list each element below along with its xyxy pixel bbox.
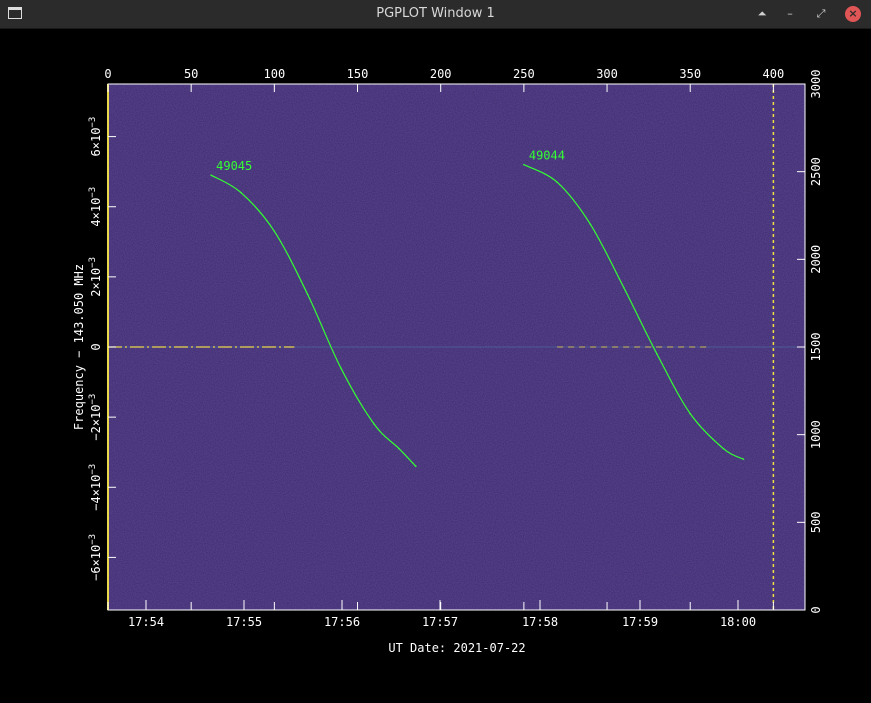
time-tick-label: 17:59: [622, 615, 658, 629]
right-tick-label: 2500: [809, 157, 823, 186]
trace-point: [622, 286, 625, 289]
trace-point: [722, 447, 725, 450]
top-tick-label: 350: [679, 67, 701, 81]
trace-label-49044: 49044: [529, 149, 565, 163]
plot-area: 49045 49044 0 50 100 150 200 250 300 350 400 17:54 1…: [0, 28, 871, 699]
trace-point: [210, 174, 212, 176]
restore-icon[interactable]: ⤢: [813, 6, 829, 22]
minimize-icon[interactable]: –: [782, 6, 798, 22]
trace-point: [689, 412, 692, 415]
left-tick-label: 6×10−3: [88, 117, 103, 157]
time-tick-label: 17:58: [522, 615, 558, 629]
top-tick-label: 100: [264, 67, 286, 81]
left-tick-label: −4×10−3: [88, 464, 103, 511]
top-tick-label: 50: [184, 67, 198, 81]
x-axis-label: UT Date: 2021-07-22: [388, 641, 525, 655]
trace-point: [589, 223, 592, 226]
close-icon[interactable]: ×: [845, 6, 861, 22]
left-tick-label: 4×10−3: [88, 187, 103, 227]
trace-label-49045: 49045: [216, 159, 252, 173]
left-tick-label: 2×10−3: [88, 257, 103, 297]
trace-point: [398, 447, 400, 450]
y-axis-label: Frequency − 143.050 MHz: [72, 264, 86, 430]
time-tick-label: 18:00: [720, 615, 756, 629]
trace-point: [556, 181, 558, 183]
trace-point: [523, 163, 525, 166]
trace-point: [656, 353, 658, 355]
top-tick-label: 250: [513, 67, 535, 81]
top-tick-label: 150: [347, 67, 369, 81]
right-tick-label: 1000: [809, 420, 823, 449]
left-tick-label: −2×10−3: [88, 394, 103, 441]
time-tick-label: 17:56: [324, 615, 360, 629]
trace-point: [240, 191, 242, 194]
right-tick-label: 2000: [809, 245, 823, 274]
trace-point: [414, 465, 417, 468]
shade-icon[interactable]: ⏶: [754, 6, 770, 22]
top-tick-label: 400: [763, 67, 785, 81]
time-tick-label: 17:57: [422, 615, 458, 629]
time-tick-label: 17:54: [128, 615, 164, 629]
trace-point: [742, 458, 745, 461]
window-title: PGPLOT Window 1: [376, 6, 495, 21]
trace-point: [273, 230, 276, 233]
trace-point: [340, 367, 342, 369]
right-tick-label: 1500: [809, 333, 823, 362]
top-tick-label: 0: [104, 67, 111, 81]
window-titlebar: PGPLOT Window 1 ⏶ – ⤢ ×: [0, 0, 871, 29]
right-tick-label: 3000: [809, 70, 823, 99]
right-tick-label: 500: [809, 511, 823, 533]
left-tick-label: 0: [89, 343, 103, 350]
left-tick-label: −6×10−3: [88, 534, 103, 581]
time-tick-label: 17:55: [226, 615, 262, 629]
trace-point: [373, 423, 375, 425]
trace-point: [306, 293, 309, 296]
top-tick-label: 200: [430, 67, 452, 81]
spectrogram-chart: 49045 49044 0 50 100 150 200 250 300 350 400 17:54 1…: [72, 67, 823, 655]
top-tick-label: 300: [596, 67, 618, 81]
right-tick-label: 0: [809, 606, 823, 613]
